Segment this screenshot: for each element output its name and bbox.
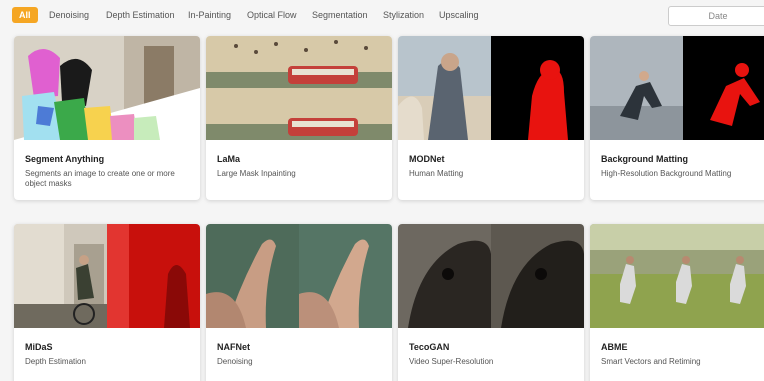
card-description: Denoising	[217, 357, 253, 366]
card-description: Smart Vectors and Retiming	[601, 357, 701, 366]
background-matting-thumbnail	[590, 36, 764, 140]
modnet-thumbnail	[398, 36, 584, 140]
card-title: TecoGAN	[409, 342, 450, 352]
nafnet-thumbnail	[206, 224, 392, 328]
model-card-midas[interactable]: MiDaS Depth Estimation	[14, 224, 200, 381]
model-card-segment-anything[interactable]: Segment Anything Segments an image to cr…	[14, 36, 200, 200]
model-card-background-matting[interactable]: Background Matting High-Resolution Backg…	[590, 36, 764, 200]
tecogan-thumbnail	[398, 224, 584, 328]
filter-chip-upscaling[interactable]: Upscaling	[439, 7, 479, 23]
filter-chip-all[interactable]: All	[12, 7, 38, 23]
card-description: High-Resolution Background Matting	[601, 169, 732, 178]
filter-chip-stylization[interactable]: Stylization	[383, 7, 424, 23]
lama-thumbnail	[206, 36, 392, 140]
abme-thumbnail	[590, 224, 764, 328]
card-title: ABME	[601, 342, 628, 352]
card-description: Human Matting	[409, 169, 464, 178]
segment-anything-thumbnail	[14, 36, 200, 140]
card-title: MiDaS	[25, 342, 53, 352]
card-description: Large Mask Inpainting	[217, 169, 296, 178]
filter-chip-depth-estimation[interactable]: Depth Estimation	[106, 7, 175, 23]
model-card-modnet[interactable]: MODNet Human Matting	[398, 36, 584, 200]
card-title: Segment Anything	[25, 154, 105, 164]
filter-chip-denoising[interactable]: Denoising	[49, 7, 89, 23]
card-title: MODNet	[409, 154, 445, 164]
filter-chip-segmentation[interactable]: Segmentation	[312, 7, 368, 23]
card-title: LaMa	[217, 154, 241, 164]
filter-chip-optical-flow[interactable]: Optical Flow	[247, 7, 297, 23]
date-sort-select[interactable]: Date	[668, 6, 764, 26]
model-card-nafnet[interactable]: NAFNet Denoising	[206, 224, 392, 381]
filter-chip-in-painting[interactable]: In-Painting	[188, 7, 231, 23]
model-card-abme[interactable]: ABME Smart Vectors and Retiming	[590, 224, 764, 381]
card-title: Background Matting	[601, 154, 688, 164]
card-title: NAFNet	[217, 342, 250, 352]
filter-bar: All Denoising Depth Estimation In-Painti…	[0, 0, 764, 30]
midas-thumbnail	[14, 224, 200, 328]
card-description: Video Super-Resolution	[409, 357, 494, 366]
model-card-lama[interactable]: LaMa Large Mask Inpainting	[206, 36, 392, 200]
card-description: Depth Estimation	[25, 357, 86, 366]
card-description: Segments an image to create one or more …	[25, 169, 175, 188]
model-card-tecogan[interactable]: TecoGAN Video Super-Resolution	[398, 224, 584, 381]
